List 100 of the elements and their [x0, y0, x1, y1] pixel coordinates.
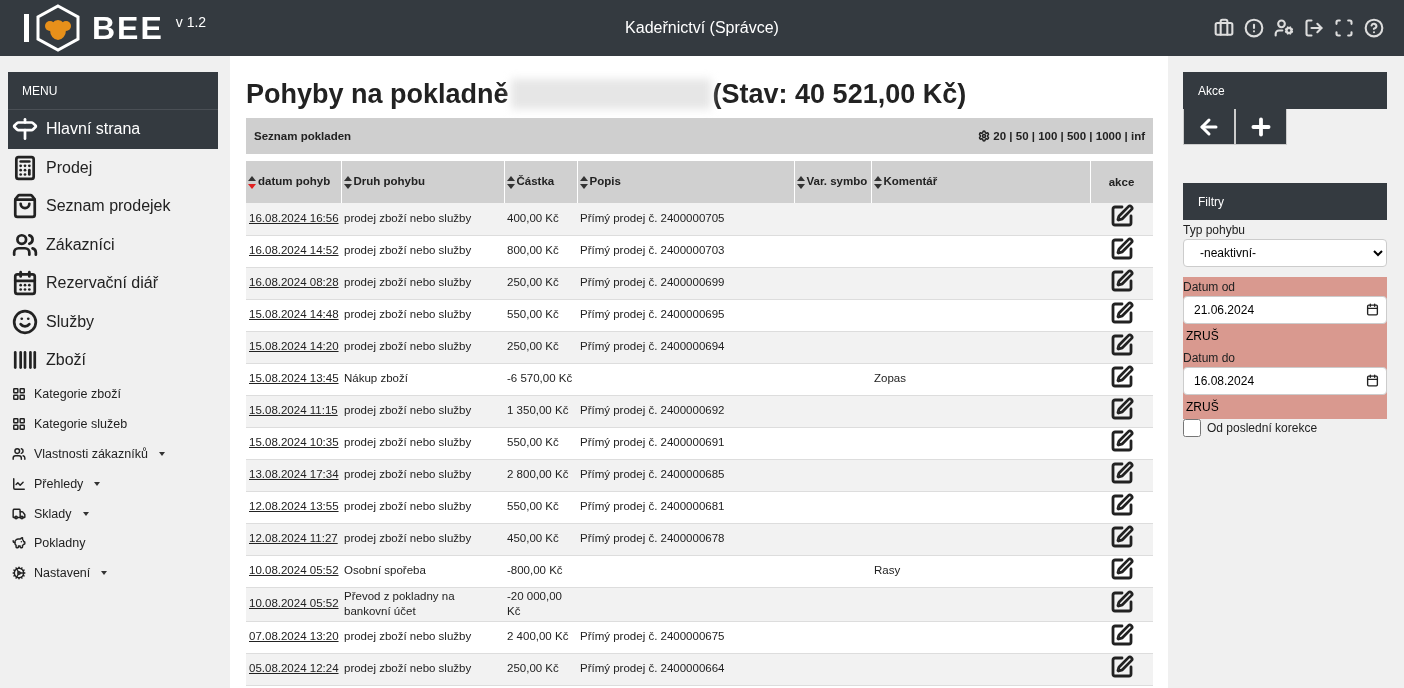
- edit-icon[interactable]: [1109, 364, 1134, 389]
- menu-item[interactable]: Seznam prodejek: [8, 187, 218, 226]
- menu-item[interactable]: Sklady: [8, 498, 218, 529]
- edit-icon[interactable]: [1109, 236, 1134, 261]
- date-link[interactable]: 07.08.2024 13:20: [249, 630, 339, 643]
- date-link[interactable]: 16.08.2024 14:52: [249, 244, 339, 257]
- table-cell: Osobní spořeba: [341, 555, 504, 587]
- table-cell: Přímý prodej č. 2400000664: [580, 662, 725, 675]
- table-cell: 550,00 Kč: [504, 299, 577, 331]
- table-cell: 250,00 Kč: [504, 267, 577, 299]
- edit-icon[interactable]: [1109, 654, 1134, 679]
- help-icon[interactable]: [1364, 18, 1384, 38]
- truck-icon: [12, 506, 26, 521]
- version-label: v 1.2: [175, 14, 207, 30]
- page-size-links[interactable]: 20 | 50 | 100 | 500 | 1000 | inf: [993, 130, 1145, 142]
- edit-icon[interactable]: [1109, 396, 1134, 421]
- date-link[interactable]: 13.08.2024 17:34: [249, 468, 339, 481]
- table-cell: Přímý prodej č. 2400000695: [580, 308, 725, 321]
- menu-item[interactable]: Zboží: [8, 341, 218, 380]
- date-link[interactable]: 15.08.2024 14:48: [249, 308, 339, 321]
- caret-icon: [158, 452, 165, 456]
- column-header[interactable]: datum pohyb: [246, 161, 341, 203]
- clear-link[interactable]: ZRUŠ: [1183, 395, 1222, 419]
- add-button[interactable]: [1235, 109, 1287, 145]
- settings-icon[interactable]: [978, 130, 991, 142]
- edit-icon[interactable]: [1109, 524, 1134, 549]
- table-cell: 800,00 Kč: [504, 235, 577, 267]
- caret-icon: [101, 571, 108, 576]
- column-header[interactable]: Popis: [577, 161, 794, 203]
- calendar-icon: [12, 270, 38, 297]
- calendar-icon[interactable]: [1366, 374, 1379, 387]
- date-link[interactable]: 16.08.2024 08:28: [249, 276, 339, 289]
- menu-item[interactable]: Služby: [8, 302, 218, 341]
- date-link[interactable]: 05.08.2024 12:24: [249, 662, 339, 675]
- table-cell: prodej zboží nebo služby: [341, 331, 504, 363]
- edit-icon[interactable]: [1109, 428, 1134, 453]
- date-field[interactable]: 16.08.2024: [1183, 367, 1387, 395]
- table-cell: 450,00 Kč: [504, 523, 577, 555]
- edit-icon[interactable]: [1109, 460, 1134, 485]
- edit-icon[interactable]: [1109, 300, 1134, 325]
- table-caption: Seznam pokladen: [254, 130, 352, 142]
- table-cell: Přímý prodej č. 2400000703: [580, 244, 725, 257]
- table-cell: prodej zboží nebo služby: [341, 621, 504, 654]
- menu-item[interactable]: Hlavní strana: [8, 110, 218, 149]
- menu-item[interactable]: Kategorie zboží: [8, 379, 218, 410]
- edit-icon[interactable]: [1109, 204, 1134, 229]
- alert-icon[interactable]: [1244, 18, 1264, 38]
- menu-item[interactable]: Přehledy: [8, 468, 218, 499]
- table-cell: Nákup zboží: [341, 363, 504, 395]
- edit-icon[interactable]: [1109, 492, 1134, 517]
- table-cell: prodej zboží nebo služby: [341, 395, 504, 427]
- menu-item[interactable]: Nastavení: [8, 558, 218, 589]
- type-select[interactable]: -neaktivní-: [1183, 239, 1387, 267]
- date-link[interactable]: 10.08.2024 05:52: [249, 564, 339, 577]
- logo-text: BEE: [92, 9, 164, 47]
- edit-icon[interactable]: [1109, 332, 1134, 357]
- clear-link[interactable]: ZRUŠ: [1183, 324, 1222, 348]
- grid-icon: [12, 417, 26, 432]
- table-cell: -6 570,00 Kč: [504, 363, 577, 395]
- edit-icon[interactable]: [1109, 268, 1134, 293]
- caret-icon: [94, 481, 101, 486]
- table-cell: Přímý prodej č. 2400000705: [580, 212, 725, 224]
- menu-item[interactable]: Prodej: [8, 148, 218, 187]
- date-link[interactable]: 16.08.2024 16:56: [249, 212, 339, 224]
- date-link[interactable]: 12.08.2024 11:27: [249, 532, 338, 545]
- user-settings-icon[interactable]: [1274, 18, 1294, 38]
- column-header[interactable]: Komentář: [871, 161, 1090, 203]
- edit-icon[interactable]: [1109, 556, 1134, 581]
- menu-item[interactable]: Zákazníci: [8, 225, 218, 264]
- edit-icon[interactable]: [1109, 589, 1134, 614]
- column-header[interactable]: Druh pohybu: [341, 161, 504, 203]
- date-link[interactable]: 12.08.2024 13:55: [249, 500, 339, 513]
- date-link[interactable]: 15.08.2024 14:20: [249, 340, 339, 353]
- logout-icon[interactable]: [1304, 18, 1324, 38]
- column-header[interactable]: Částka: [504, 161, 577, 203]
- menu-item[interactable]: Kategorie služeb: [8, 409, 218, 440]
- column-header[interactable]: Var. symbo: [794, 161, 871, 203]
- date-link[interactable]: 15.08.2024 13:45: [249, 372, 339, 385]
- menu-item[interactable]: Pokladny: [8, 528, 218, 559]
- date-link[interactable]: 15.08.2024 11:15: [249, 404, 338, 417]
- table-cell: prodej zboží nebo služby: [341, 459, 504, 491]
- table-cell: 550,00 Kč: [504, 427, 577, 459]
- field-label: Datum do: [1183, 350, 1237, 367]
- column-header[interactable]: akce: [1090, 161, 1153, 203]
- edit-icon[interactable]: [1109, 622, 1134, 647]
- people-icon: [12, 231, 38, 258]
- date-link[interactable]: 10.08.2024 05:52: [249, 597, 339, 610]
- menu-item[interactable]: Vlastnosti zákazníků: [8, 439, 218, 469]
- fullscreen-icon[interactable]: [1334, 18, 1354, 38]
- menu-item[interactable]: Rezervační diář: [8, 264, 218, 303]
- briefcase-icon[interactable]: [1214, 18, 1234, 38]
- table-cell: 250,00 Kč: [504, 653, 577, 686]
- table-cell: Přímý prodej č. 2400000692: [580, 404, 725, 417]
- date-field[interactable]: 21.06.2024: [1183, 296, 1387, 324]
- back-button[interactable]: [1183, 109, 1235, 145]
- checkbox[interactable]: [1183, 419, 1201, 437]
- date-link[interactable]: 15.08.2024 10:35: [249, 436, 339, 449]
- table-cell: Přímý prodej č. 2400000699: [580, 276, 725, 289]
- table-cell: Přímý prodej č. 2400000675: [580, 630, 725, 643]
- calendar-icon[interactable]: [1366, 303, 1379, 316]
